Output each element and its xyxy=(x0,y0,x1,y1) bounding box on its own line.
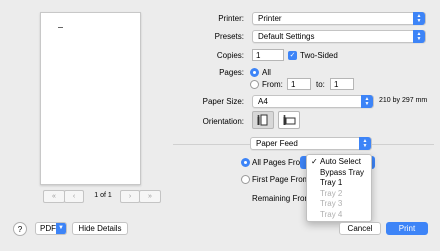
popup-arrows-icon: ▲ ▼ xyxy=(359,137,371,150)
paper-size-popup[interactable]: A4 ▲ ▼ xyxy=(252,95,374,108)
paper-size-value: A4 xyxy=(258,97,268,106)
help-button[interactable]: ? xyxy=(13,222,27,236)
two-sided-checkbox[interactable]: ✓ xyxy=(288,51,297,60)
page-indicator: 1 of 1 xyxy=(94,192,112,199)
portrait-orientation-icon xyxy=(257,114,268,126)
popup-arrows-icon: ▲ ▼ xyxy=(361,95,373,108)
presets-popup[interactable]: Default Settings ▲ ▼ xyxy=(252,30,426,43)
copies-value: 1 xyxy=(256,50,261,60)
next-page-icon: › xyxy=(128,193,132,200)
paper-size-label: Paper Size: xyxy=(202,97,244,106)
menu-item-tray-4: Tray 4 xyxy=(307,210,371,221)
hide-details-label: Hide Details xyxy=(78,224,122,233)
next-page-button[interactable]: › xyxy=(120,190,140,203)
help-icon: ? xyxy=(17,224,23,234)
last-page-button[interactable]: » xyxy=(139,190,161,203)
first-page-from-radio[interactable] xyxy=(241,175,250,184)
first-page-icon: « xyxy=(52,193,56,200)
menu-item-label: Tray 2 xyxy=(320,188,343,198)
pages-to-field[interactable]: 1 xyxy=(330,78,354,90)
pages-from-field[interactable]: 1 xyxy=(287,78,311,90)
pdf-menu-button[interactable]: PDF ▼ xyxy=(35,222,67,235)
paper-source-menu: ✓ Auto Select Bypass Tray Tray 1 Tray 2 T… xyxy=(306,154,372,222)
hide-details-button[interactable]: Hide Details xyxy=(72,222,128,235)
presets-label: Presets: xyxy=(214,32,244,41)
pages-range-radio[interactable] xyxy=(250,80,259,89)
cancel-label: Cancel xyxy=(347,224,373,233)
section-popup[interactable]: Paper Feed ▲ ▼ xyxy=(250,137,372,150)
landscape-orientation-button[interactable] xyxy=(278,111,300,129)
menu-item-tray-1[interactable]: Tray 1 xyxy=(307,178,371,189)
section-value: Paper Feed xyxy=(256,139,298,148)
menu-item-tray-2: Tray 2 xyxy=(307,189,371,200)
print-button[interactable]: Print xyxy=(386,222,428,235)
preview-content-mark xyxy=(58,27,63,28)
paper-dimensions: 210 by 297 mm xyxy=(379,97,428,104)
all-pages-from-radio[interactable] xyxy=(241,158,250,167)
pages-to-value: 1 xyxy=(334,79,339,89)
menu-item-tray-3: Tray 3 xyxy=(307,199,371,210)
menu-item-bypass-tray[interactable]: Bypass Tray xyxy=(307,168,371,179)
presets-value: Default Settings xyxy=(258,32,315,41)
chevron-down-icon: ▼ xyxy=(56,223,66,234)
first-page-from-label: First Page From xyxy=(252,175,310,184)
orientation-label: Orientation: xyxy=(202,117,244,126)
two-sided-label: Two-Sided xyxy=(300,51,338,60)
copies-label: Copies: xyxy=(216,51,244,60)
print-label: Print xyxy=(398,224,416,233)
check-icon: ✓ xyxy=(289,52,296,59)
popup-arrows-icon: ▲ ▼ xyxy=(413,30,425,43)
printer-label: Printer: xyxy=(218,14,244,23)
pages-all-radio[interactable] xyxy=(250,68,259,77)
menu-item-label: Auto Select xyxy=(320,157,361,166)
cancel-button[interactable]: Cancel xyxy=(339,222,381,235)
pages-label: Pages: xyxy=(219,68,244,77)
menu-item-auto-select[interactable]: ✓ Auto Select xyxy=(307,157,371,168)
printer-popup[interactable]: Printer ▲ ▼ xyxy=(252,12,426,25)
check-icon: ✓ xyxy=(311,157,318,166)
first-page-button[interactable]: « xyxy=(43,190,65,203)
popup-arrows-icon: ▲ ▼ xyxy=(413,12,425,25)
page-preview xyxy=(40,12,141,185)
menu-item-label: Tray 4 xyxy=(320,209,343,219)
previous-page-button[interactable]: ‹ xyxy=(64,190,84,203)
menu-item-label: Tray 3 xyxy=(320,199,343,208)
pdf-label: PDF xyxy=(40,224,56,233)
pages-from-label: From: xyxy=(262,80,283,89)
remaining-from-label: Remaining From xyxy=(252,194,312,203)
portrait-orientation-button[interactable] xyxy=(252,111,274,129)
pages-from-value: 1 xyxy=(291,79,296,89)
landscape-orientation-icon xyxy=(283,115,296,125)
previous-page-icon: ‹ xyxy=(72,193,76,200)
pages-to-label: to: xyxy=(316,80,325,89)
copies-field[interactable]: 1 xyxy=(252,49,284,61)
printer-value: Printer xyxy=(258,14,282,23)
pages-all-label: All xyxy=(262,68,271,77)
menu-item-label: Bypass Tray xyxy=(320,167,365,177)
last-page-icon: » xyxy=(148,193,152,200)
menu-item-label: Tray 1 xyxy=(320,178,343,187)
